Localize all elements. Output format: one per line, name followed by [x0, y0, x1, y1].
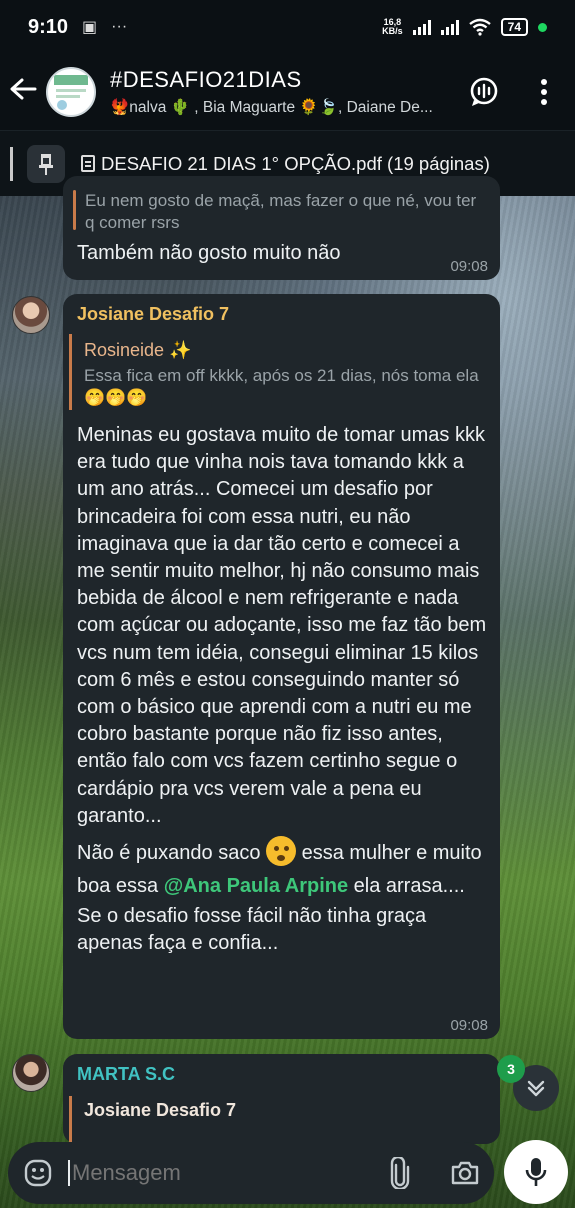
reply-quote-text: Essa fica em off kkkk, após os 21 dias, …: [84, 366, 479, 407]
message-text: Também não gosto muito não: [77, 242, 341, 264]
chat-header: #DESAFIO21DIAS 🐦‍🔥nalva 🌵 , Bia Maguarte…: [0, 54, 575, 130]
net-speed: 16,8 KB/s: [382, 17, 403, 36]
emoji-face-icon: [266, 836, 297, 867]
pin-icon[interactable]: [27, 144, 65, 183]
signal-icon: [412, 19, 431, 35]
unread-count-badge: 3: [497, 1055, 525, 1083]
pinned-text: DESAFIO 21 DIAS 1° OPÇÃO.pdf (19 páginas…: [81, 153, 490, 175]
reply-quote-name: Rosineide ✨: [84, 340, 192, 360]
group-members: 🐦‍🔥nalva 🌵 , Bia Maguarte 🌻🍃, Daiane De.…: [110, 99, 433, 116]
battery-indicator: 74: [500, 18, 528, 36]
message-bubble[interactable]: Eu nem gosto de maçã, mas fazer o que né…: [63, 176, 500, 280]
message-input[interactable]: [68, 1160, 368, 1186]
mic-icon: [525, 1158, 547, 1186]
attach-icon[interactable]: [390, 1157, 410, 1189]
reply-quote[interactable]: Josiane Desafio 7: [69, 1096, 489, 1146]
reply-quote-name: Josiane Desafio 7: [84, 1100, 237, 1120]
header-text[interactable]: #DESAFIO21DIAS 🐦‍🔥nalva 🌵 , Bia Maguarte…: [110, 67, 450, 117]
emoji-icon[interactable]: [24, 1159, 52, 1187]
reply-quote-text: Eu nem gosto de maçã, mas fazer o que né…: [85, 191, 477, 232]
message-time: 09:08: [450, 1017, 488, 1034]
group-title: #DESAFIO21DIAS: [110, 67, 302, 92]
mic-button[interactable]: [504, 1140, 568, 1204]
more-notifications-icon: ···: [111, 18, 128, 35]
message-bubble[interactable]: Josiane Desafio 7 Rosineide ✨ Essa fica …: [63, 294, 500, 1039]
camera-icon[interactable]: [450, 1160, 480, 1186]
chevron-down-icon: [527, 1080, 545, 1097]
reply-quote-bar: [73, 190, 76, 230]
composer: [8, 1142, 494, 1204]
avatar[interactable]: [12, 296, 50, 334]
more-vertical-icon[interactable]: [522, 70, 566, 114]
status-bar: 9:10 ▣ ··· 16,8 KB/s 74: [0, 0, 575, 54]
reply-quote[interactable]: Rosineide ✨ Essa fica em off kkkk, após …: [69, 334, 489, 410]
group-avatar[interactable]: [46, 67, 96, 117]
notification-icon: ▣: [82, 19, 98, 36]
pinned-indicator: [10, 146, 13, 181]
sender-name[interactable]: MARTA S.C: [77, 1064, 175, 1085]
back-arrow-icon[interactable]: [0, 75, 46, 109]
message-text: Meninas eu gostava muito de tomar umas k…: [77, 424, 487, 955]
voice-chat-icon[interactable]: [462, 70, 506, 114]
message-time: 09:08: [450, 258, 488, 275]
privacy-dot: [538, 22, 547, 32]
sender-name[interactable]: Josiane Desafio 7: [77, 304, 229, 325]
document-icon: [81, 155, 95, 172]
signal-2-icon: [440, 19, 459, 35]
avatar[interactable]: [12, 1054, 50, 1092]
wifi-icon: [468, 18, 491, 36]
message-bubble[interactable]: MARTA S.C Josiane Desafio 7: [63, 1054, 500, 1146]
mention-link[interactable]: @Ana Paula Arpine: [164, 875, 348, 897]
clock: 9:10: [28, 15, 69, 38]
